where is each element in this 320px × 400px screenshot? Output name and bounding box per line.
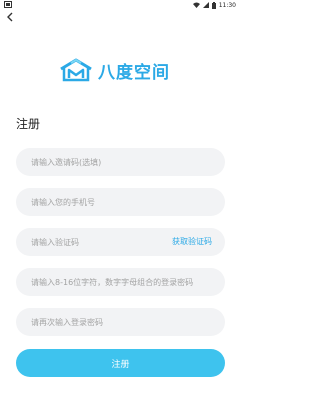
wifi-icon [192, 2, 200, 8]
battery-icon [211, 1, 216, 9]
notification-icon [4, 1, 12, 8]
phone-field[interactable] [16, 188, 225, 216]
status-time: 11:30 [218, 1, 236, 9]
password-input[interactable] [29, 276, 223, 288]
status-icons: 11:30 [192, 0, 236, 10]
logo-text: 八度空间 [98, 62, 170, 83]
invite-code-field[interactable] [16, 148, 225, 176]
app-logo: 八度空间 [58, 58, 170, 83]
confirm-password-input[interactable] [29, 316, 183, 328]
register-button[interactable]: 注册 [16, 349, 225, 377]
phone-input[interactable] [29, 196, 183, 208]
signal-icon [202, 2, 209, 8]
invite-code-input[interactable] [29, 156, 183, 168]
back-button[interactable] [4, 11, 16, 23]
password-field[interactable] [16, 268, 225, 296]
confirm-password-field[interactable] [16, 308, 225, 336]
chevron-left-icon [7, 12, 13, 22]
get-verify-code-button[interactable]: 获取验证码 [172, 236, 212, 247]
verify-code-input[interactable] [29, 236, 183, 248]
page-title: 注册 [16, 117, 41, 131]
verify-code-field[interactable]: 获取验证码 [16, 228, 225, 256]
status-bar: 11:30 [0, 0, 240, 10]
logo-house-icon [60, 58, 92, 82]
